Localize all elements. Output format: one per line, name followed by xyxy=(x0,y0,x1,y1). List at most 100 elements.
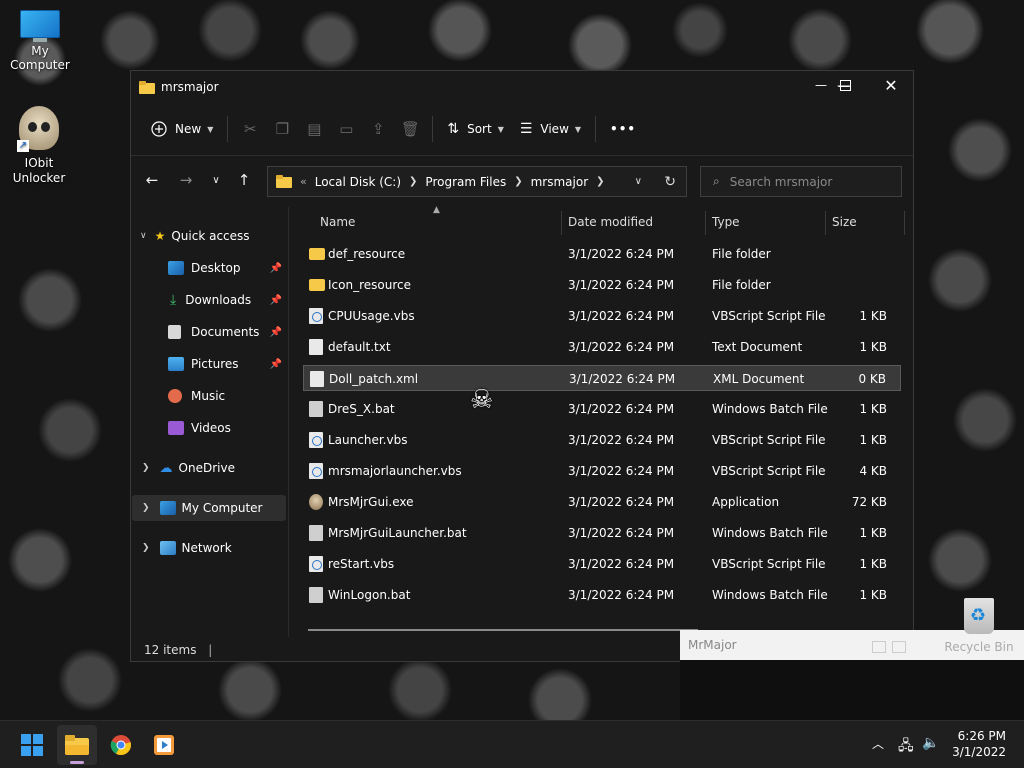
nav-item-label: Music xyxy=(191,389,226,403)
taskbar-media-app[interactable] xyxy=(144,725,184,765)
videos-icon xyxy=(168,421,184,435)
rename-icon[interactable]: ▭ xyxy=(330,113,362,145)
horizontal-scrollbar[interactable] xyxy=(308,629,698,631)
batch-file-icon xyxy=(309,401,323,417)
file-row[interactable]: MrsMjrGui.exe 3/1/2022 6:24 PM Application… xyxy=(303,489,901,515)
paste-icon[interactable]: ▤ xyxy=(298,113,330,145)
taskbar-clock[interactable]: 6:26 PM 3/1/2022 xyxy=(952,728,1006,760)
taskbar-chrome[interactable] xyxy=(101,725,141,765)
nav-item-my-computer[interactable]: ❯ My Computer xyxy=(132,495,286,521)
file-size: 1 KB xyxy=(859,526,887,540)
file-date: 3/1/2022 6:24 PM xyxy=(568,402,675,416)
batch-file-icon xyxy=(309,525,323,541)
pin-icon: 📌 xyxy=(269,294,282,306)
file-row[interactable]: mrsmajorlauncher.vbs 3/1/2022 6:24 PM VBSc… xyxy=(303,458,901,484)
vbscript-icon xyxy=(309,308,323,324)
file-name: reStart.vbs xyxy=(328,557,395,571)
file-date: 3/1/2022 6:24 PM xyxy=(568,557,675,571)
sort-button[interactable]: ⇅ Sort ▼ xyxy=(439,113,512,145)
file-name: WinLogon.bat xyxy=(328,588,411,602)
nav-item-documents[interactable]: Documents 📌 xyxy=(130,319,286,345)
more-options-button[interactable]: ••• xyxy=(602,113,644,145)
file-row[interactable]: Launcher.vbs 3/1/2022 6:24 PM VBScript Scr… xyxy=(303,427,901,453)
skull-cursor-icon: ☠ xyxy=(470,385,494,415)
up-button[interactable]: ↑ xyxy=(229,165,259,195)
column-divider[interactable] xyxy=(561,211,562,235)
file-row[interactable]: default.txt 3/1/2022 6:24 PM Text Document… xyxy=(303,334,901,360)
sort-button-label: Sort xyxy=(467,122,492,136)
column-header-size[interactable]: Size xyxy=(832,207,857,237)
nav-item-desktop[interactable]: Desktop 📌 xyxy=(130,255,286,281)
refresh-icon[interactable]: ↻ xyxy=(664,174,676,190)
file-row[interactable]: MrsMjrGuiLauncher.bat 3/1/2022 6:24 PM Win… xyxy=(303,520,901,546)
cut-icon[interactable]: ✂ xyxy=(234,113,266,145)
breadcrumb-mrsmajor[interactable]: mrsmajor xyxy=(531,175,589,189)
column-divider[interactable] xyxy=(825,211,826,235)
column-header-date[interactable]: Date modified xyxy=(568,207,653,237)
delete-icon[interactable]: 🗑 xyxy=(394,113,426,145)
plus-circle-icon xyxy=(151,121,167,137)
show-hidden-icons-chevron-icon[interactable]: ︿ xyxy=(872,735,884,752)
file-type: VBScript Script File xyxy=(712,309,826,323)
address-bar[interactable]: « Local Disk (C:) ❯ Program Files ❯ mrsm… xyxy=(267,166,687,197)
file-row[interactable]: DreS_X.bat 3/1/2022 6:24 PM Windows Batch … xyxy=(303,396,901,422)
copy-icon[interactable]: ❐ xyxy=(266,113,298,145)
file-row[interactable]: reStart.vbs 3/1/2022 6:24 PM VBScript Scri… xyxy=(303,551,901,577)
breadcrumb-overflow[interactable]: « xyxy=(300,175,307,188)
pane-divider xyxy=(288,207,289,637)
download-arrow-icon: ⤓ xyxy=(170,292,177,308)
shortcut-arrow-icon: ↗ xyxy=(17,140,29,152)
folder-icon xyxy=(139,80,155,94)
desktop-icon-my-computer[interactable]: My Computer xyxy=(0,10,80,72)
new-button[interactable]: New ▼ xyxy=(143,113,221,145)
back-button[interactable]: ← xyxy=(135,165,169,195)
forward-button[interactable]: → xyxy=(169,165,203,195)
nav-item-network[interactable]: ❯ Network xyxy=(130,535,286,561)
desktop-icon-recycle-bin[interactable]: Recycle Bin xyxy=(944,598,1014,654)
chevron-right-icon[interactable]: ❯ xyxy=(596,176,604,187)
file-row[interactable]: WinLogon.bat 3/1/2022 6:24 PM Windows Batc… xyxy=(303,582,901,608)
file-row[interactable]: CPUUsage.vbs 3/1/2022 6:24 PM VBScript Scr… xyxy=(303,303,901,329)
nav-item-downloads[interactable]: ⤓ Downloads 📌 xyxy=(130,287,286,313)
nav-item-music[interactable]: Music xyxy=(130,383,286,409)
maximize-button[interactable] xyxy=(822,70,868,100)
view-list-icon: ☰ xyxy=(519,121,533,137)
nav-item-onedrive[interactable]: ❯ ☁ OneDrive xyxy=(130,455,286,481)
file-row[interactable]: Icon_resource 3/1/2022 6:24 PM File folder xyxy=(303,272,901,298)
music-icon xyxy=(168,389,182,403)
view-button[interactable]: ☰ View ▼ xyxy=(512,113,589,145)
file-type: Windows Batch File xyxy=(712,402,828,416)
file-name: Icon_resource xyxy=(328,278,411,292)
nav-quick-access[interactable]: ∨ ★ Quick access xyxy=(130,223,286,249)
chevron-right-icon[interactable]: ❯ xyxy=(409,176,417,187)
breadcrumb-local-disk[interactable]: Local Disk (C:) xyxy=(315,175,401,189)
share-icon[interactable]: ⇪ xyxy=(362,113,394,145)
breadcrumb-program-files[interactable]: Program Files xyxy=(425,175,506,189)
start-button[interactable] xyxy=(12,725,52,765)
nav-item-pictures[interactable]: Pictures 📌 xyxy=(130,351,286,377)
taskbar-file-explorer[interactable] xyxy=(57,725,97,765)
column-divider[interactable] xyxy=(904,211,905,235)
volume-icon[interactable]: 🔈 xyxy=(922,735,939,751)
address-history-chevron-icon[interactable]: ∨ xyxy=(635,176,642,187)
file-row[interactable]: def_resource 3/1/2022 6:24 PM File folder xyxy=(303,241,901,267)
title-bar[interactable]: mrsmajor — — xyxy=(131,71,913,103)
column-header-type[interactable]: Type xyxy=(712,207,740,237)
pin-icon: 📌 xyxy=(269,262,282,274)
media-player-icon xyxy=(154,735,174,755)
sort-icon: ⇅ xyxy=(447,121,460,137)
documents-icon xyxy=(168,325,181,339)
network-tray-icon[interactable]: 🖧 xyxy=(898,735,914,759)
search-input[interactable]: ⌕ Search mrsmajor xyxy=(700,166,902,197)
file-row[interactable]: Doll_patch.xml 3/1/2022 6:24 PM XML Docume… xyxy=(303,365,901,391)
toolbar-divider xyxy=(595,116,597,142)
close-button[interactable]: ✕ xyxy=(868,70,914,100)
column-header-name[interactable]: Name xyxy=(320,207,355,237)
desktop-icon-iobit-unlocker[interactable]: ↗ IObit Unlocker xyxy=(0,106,78,186)
recent-locations-button[interactable]: ∨ xyxy=(203,165,229,195)
chevron-right-icon[interactable]: ❯ xyxy=(514,176,522,187)
pin-icon: 📌 xyxy=(269,358,282,370)
column-divider[interactable] xyxy=(705,211,706,235)
toolbar-divider xyxy=(432,116,434,142)
nav-item-videos[interactable]: Videos xyxy=(130,415,286,441)
